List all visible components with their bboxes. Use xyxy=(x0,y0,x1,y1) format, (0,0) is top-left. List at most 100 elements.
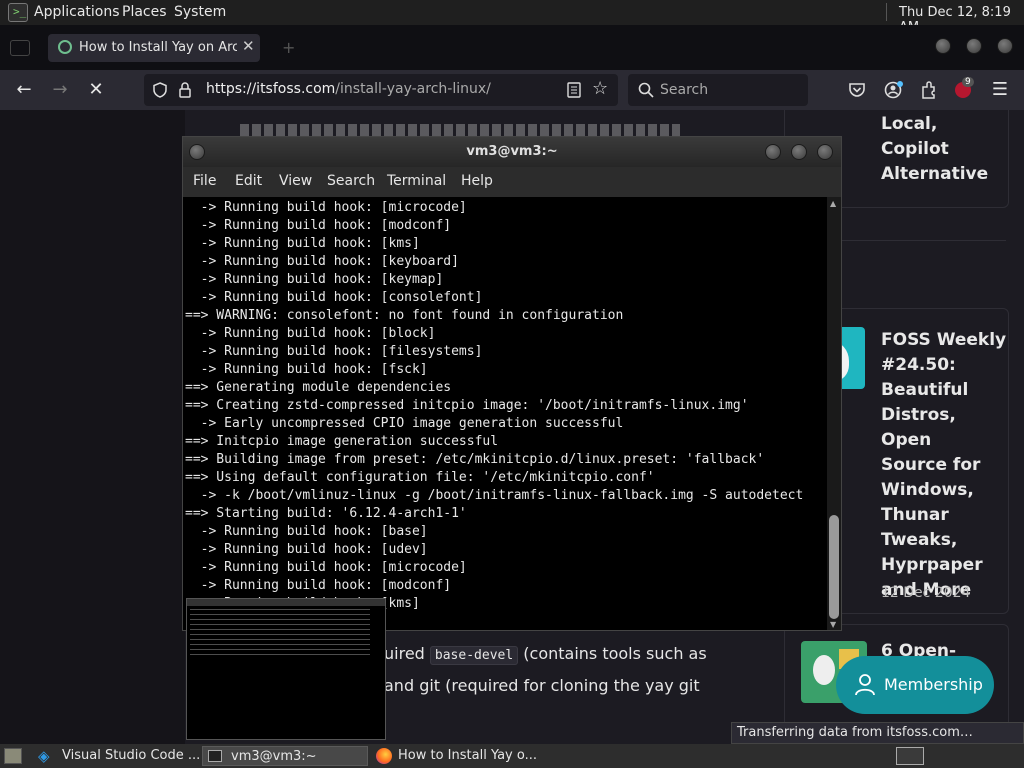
article-paragraph-line-1: uired base-devel (contains tools such as xyxy=(384,644,707,665)
terminal-line: -> Running build hook: [base] xyxy=(185,524,428,539)
terminal-line: -> Running build hook: [microcode] xyxy=(185,560,467,575)
terminal-line: ==> Creating zstd-compressed initcpio im… xyxy=(185,398,749,413)
terminal-minimize-button[interactable] xyxy=(765,144,781,160)
scroll-up-arrow-icon[interactable]: ▲ xyxy=(830,199,836,208)
close-tab-icon[interactable]: ✕ xyxy=(242,37,255,55)
terminal-menubar: File Edit View Search Terminal Help xyxy=(183,167,841,197)
terminal-line: -> Running build hook: [keyboard] xyxy=(185,254,459,269)
search-bar[interactable]: Search xyxy=(628,74,808,106)
penguin-figure xyxy=(813,655,835,685)
vscode-icon: ◈ xyxy=(38,747,50,765)
sidebar-card-2-title[interactable]: FOSS Weekly #24.50: Beautiful Distros, O… xyxy=(881,328,1008,603)
preview-text-lines xyxy=(190,609,370,659)
taskbar-item-vscode[interactable]: ◈ Visual Studio Code ... xyxy=(34,746,200,766)
title-line: #24.50: xyxy=(881,355,956,375)
taskbar-item-label: vm3@vm3:~ xyxy=(231,749,317,764)
person-icon xyxy=(855,674,875,696)
bottom-taskbar: ◈ Visual Studio Code ... vm3@vm3:~ How t… xyxy=(0,744,1024,768)
article-paragraph-line-2: and git (required for cloning the yay gi… xyxy=(384,676,700,695)
title-line: Local, xyxy=(881,114,938,134)
terminal-launcher-icon[interactable]: >_ xyxy=(8,3,28,22)
shield-icon[interactable] xyxy=(152,82,168,98)
terminal-window[interactable]: vm3@vm3:~ File Edit View Search Terminal… xyxy=(182,136,842,631)
top-panel: >_ Applications Places System Thu Dec 12… xyxy=(0,0,1024,35)
terminal-line: -> Running build hook: [microcode] xyxy=(185,200,467,215)
menu-system[interactable]: System xyxy=(174,4,226,20)
forward-icon[interactable]: → xyxy=(48,80,72,102)
maximize-window-button[interactable] xyxy=(966,38,982,54)
title-line: Hyprpaper xyxy=(881,555,983,575)
terminal-line: ==> Starting build: '6.12.4-arch1-1' xyxy=(185,506,467,521)
terminal-menu-edit[interactable]: Edit xyxy=(235,173,262,189)
title-line: Thunar xyxy=(881,505,949,525)
url-bar[interactable]: https://itsfoss.com/install-yay-arch-lin… xyxy=(144,74,618,106)
terminal-titlebar[interactable]: vm3@vm3:~ xyxy=(183,137,841,167)
preview-menubar xyxy=(187,599,385,606)
inline-code: base-devel xyxy=(429,646,519,665)
title-line: Distros, Open xyxy=(881,405,956,450)
tab-active[interactable]: How to Install Yay on Arch L ✕ xyxy=(48,34,260,62)
terminal-scroll-thumb[interactable] xyxy=(829,515,839,619)
terminal-line: ==> Generating module dependencies xyxy=(185,380,452,395)
workspace-switcher[interactable] xyxy=(896,747,924,765)
hamburger-menu-icon[interactable]: ☰ xyxy=(988,80,1012,102)
close-window-button[interactable] xyxy=(997,38,1013,54)
terminal-maximize-button[interactable] xyxy=(791,144,807,160)
terminal-line: -> Running build hook: [filesystems] xyxy=(185,344,483,359)
taskbar-item-terminal[interactable]: vm3@vm3:~ xyxy=(202,746,368,766)
terminal-line: -> Early uncompressed CPIO image generat… xyxy=(185,416,624,431)
reader-view-icon[interactable] xyxy=(566,82,582,98)
terminal-menu-file[interactable]: File xyxy=(193,173,216,189)
back-icon[interactable]: ← xyxy=(12,80,36,102)
terminal-title: vm3@vm3:~ xyxy=(466,144,558,159)
terminal-line: ==> Initcpio image generation successful xyxy=(185,434,499,449)
sidebar-card-2-date: 12 Dec 2024 xyxy=(881,585,971,601)
url-path: /install-yay-arch-linux/ xyxy=(335,81,491,97)
taskbar-item-firefox[interactable]: How to Install Yay o... xyxy=(372,746,542,766)
terminal-line: -> Running build hook: [modconf] xyxy=(185,578,452,593)
membership-button[interactable]: Membership xyxy=(836,656,994,714)
tab-title: How to Install Yay on Arch L xyxy=(79,40,237,55)
terminal-line: -> -k /boot/vmlinuz-linux -g /boot/initr… xyxy=(185,488,804,503)
firefox-icon xyxy=(376,748,392,764)
title-line: FOSS Weekly xyxy=(881,330,1007,350)
scroll-down-arrow-icon[interactable]: ▼ xyxy=(830,620,836,629)
search-icon xyxy=(638,82,654,98)
sidebar-card-1-title[interactable]: Local, Copilot Alternative xyxy=(881,112,988,187)
extensions-icon[interactable] xyxy=(920,80,938,100)
new-tab-icon[interactable]: + xyxy=(282,38,295,57)
terminal-menu-search[interactable]: Search xyxy=(327,173,375,189)
url-domain: https://itsfoss.com xyxy=(206,81,336,97)
terminal-line: -> Running build hook: [udev] xyxy=(185,542,428,557)
terminal-output[interactable]: -> Running build hook: [microcode] -> Ru… xyxy=(183,197,827,630)
terminal-line: ==> WARNING: consolefont: no font found … xyxy=(185,308,624,323)
account-icon[interactable] xyxy=(884,80,904,100)
terminal-window-preview[interactable] xyxy=(186,598,386,740)
stop-loading-icon[interactable]: ✕ xyxy=(84,80,108,102)
search-placeholder: Search xyxy=(660,82,709,98)
taskbar-item-label: Visual Studio Code ... xyxy=(62,748,201,763)
terminal-line: ==> Building image from preset: /etc/mki… xyxy=(185,452,765,467)
terminal-line: -> Running build hook: [keymap] xyxy=(185,272,444,287)
terminal-line: -> Running build hook: [consolefont] xyxy=(185,290,483,305)
lock-icon[interactable] xyxy=(178,81,192,99)
show-desktop-icon[interactable] xyxy=(4,748,22,764)
terminal-scrollbar[interactable]: ▲ ▼ xyxy=(827,197,841,630)
terminal-line: ==> Using default configuration file: '/… xyxy=(185,470,655,485)
terminal-menu-help[interactable]: Help xyxy=(461,173,493,189)
menu-applications[interactable]: Applications xyxy=(34,4,120,20)
pocket-icon[interactable] xyxy=(848,82,866,98)
status-tooltip: Transferring data from itsfoss.com… xyxy=(731,722,1024,744)
bookmark-star-icon[interactable]: ☆ xyxy=(592,78,608,99)
title-line: Alternative xyxy=(881,164,989,184)
tab-overview-icon[interactable] xyxy=(10,40,30,56)
terminal-menu-terminal[interactable]: Terminal xyxy=(387,173,446,189)
terminal-close-button[interactable] xyxy=(817,144,833,160)
membership-label: Membership xyxy=(884,675,983,694)
panel-divider xyxy=(886,3,887,21)
terminal-menu-view[interactable]: View xyxy=(279,173,312,189)
extension-badge: 9 xyxy=(962,77,974,87)
taskbar-item-label: How to Install Yay o... xyxy=(398,748,538,763)
menu-places[interactable]: Places xyxy=(122,4,167,20)
minimize-window-button[interactable] xyxy=(935,38,951,54)
